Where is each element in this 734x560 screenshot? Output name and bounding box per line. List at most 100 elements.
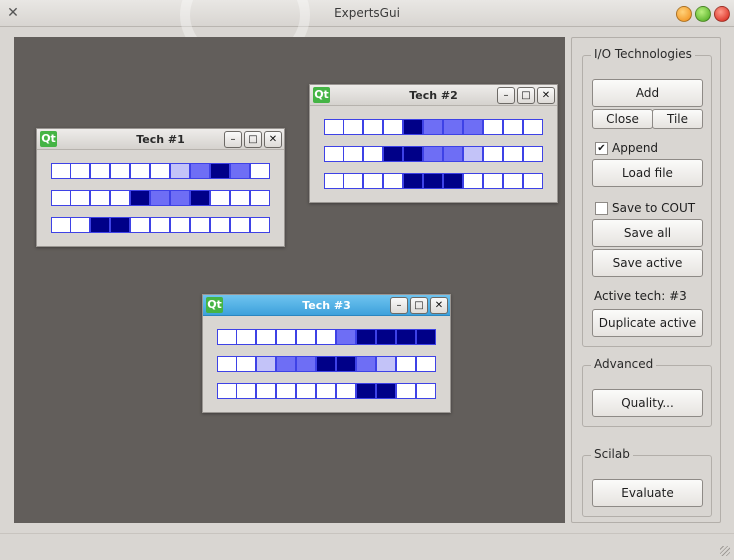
tech-cell[interactable] [316, 329, 336, 345]
window-titlebar[interactable]: ✕ ExpertsGui [0, 0, 734, 70]
close-icon[interactable]: ✕ [264, 131, 282, 148]
tech-cell[interactable] [130, 217, 150, 233]
tech-cell[interactable] [150, 217, 170, 233]
tech-cell[interactable] [250, 217, 270, 233]
tech-cell[interactable] [383, 146, 403, 162]
tech-cell[interactable] [503, 173, 523, 189]
tech-cell[interactable] [230, 163, 250, 179]
tech-cell[interactable] [90, 163, 110, 179]
tech-cell[interactable] [443, 146, 463, 162]
tech-cell[interactable] [230, 217, 250, 233]
tech-cell[interactable] [403, 146, 423, 162]
save-to-cout-checkbox[interactable] [595, 202, 608, 215]
tech-cell[interactable] [190, 163, 210, 179]
tech-cell[interactable] [396, 356, 416, 372]
tile-button[interactable]: Tile [652, 109, 703, 129]
tech-cell[interactable] [343, 146, 363, 162]
tech-cell[interactable] [416, 356, 436, 372]
add-button[interactable]: Add [592, 79, 703, 107]
tech-cell[interactable] [483, 146, 503, 162]
tech-cell[interactable] [110, 217, 130, 233]
tech-cell[interactable] [363, 173, 383, 189]
tech-cell[interactable] [324, 146, 344, 162]
minimize-icon[interactable]: – [224, 131, 242, 148]
load-file-button[interactable]: Load file [592, 159, 703, 187]
tech-cell[interactable] [150, 163, 170, 179]
tech-cell[interactable] [324, 119, 344, 135]
tech-cell[interactable] [236, 356, 256, 372]
tech-cell[interactable] [396, 383, 416, 399]
tech-cell[interactable] [236, 383, 256, 399]
save-all-button[interactable]: Save all [592, 219, 703, 247]
tech-cell[interactable] [170, 190, 190, 206]
tech-cell[interactable] [110, 190, 130, 206]
tech-cell[interactable] [150, 190, 170, 206]
tech-cell[interactable] [210, 163, 230, 179]
tech-cell[interactable] [356, 329, 376, 345]
tech-cell[interactable] [90, 190, 110, 206]
tech-cell[interactable] [523, 119, 543, 135]
tech-cell[interactable] [463, 173, 483, 189]
tech-cell[interactable] [217, 383, 237, 399]
tech-cell[interactable] [276, 356, 296, 372]
tech-cell[interactable] [256, 329, 276, 345]
resize-grip-icon[interactable] [720, 546, 730, 556]
duplicate-active-button[interactable]: Duplicate active [592, 309, 703, 337]
tech-cell[interactable] [403, 119, 423, 135]
tech-cell[interactable] [217, 356, 237, 372]
tech-cell[interactable] [210, 190, 230, 206]
tech-cell[interactable] [70, 163, 90, 179]
tech-cell[interactable] [217, 329, 237, 345]
close-window-button[interactable] [714, 6, 730, 22]
close-icon[interactable]: ✕ [430, 297, 448, 314]
tech-cell[interactable] [276, 329, 296, 345]
tech-cell[interactable] [130, 190, 150, 206]
tech-cell[interactable] [110, 163, 130, 179]
tech-cell[interactable] [376, 356, 396, 372]
tech-cell[interactable] [70, 217, 90, 233]
tech-cell[interactable] [503, 119, 523, 135]
tech-cell[interactable] [376, 383, 396, 399]
tech-cell[interactable] [416, 383, 436, 399]
tech-cell[interactable] [316, 383, 336, 399]
maximize-icon[interactable]: □ [410, 297, 428, 314]
append-checkbox[interactable]: ✔ [595, 142, 608, 155]
tech-cell[interactable] [383, 119, 403, 135]
tech-cell[interactable] [463, 119, 483, 135]
tech-cell[interactable] [343, 119, 363, 135]
tech-cell[interactable] [383, 173, 403, 189]
tech-window-2[interactable]: Qt Tech #2 – □ ✕ [309, 84, 558, 203]
tech-cell[interactable] [324, 173, 344, 189]
tech-cell[interactable] [51, 190, 71, 206]
tech-cell[interactable] [523, 173, 543, 189]
tech-cell[interactable] [336, 356, 356, 372]
tech-cell[interactable] [236, 329, 256, 345]
minimize-icon[interactable]: – [390, 297, 408, 314]
tech-cell[interactable] [190, 217, 210, 233]
evaluate-button[interactable]: Evaluate [592, 479, 703, 507]
tech-cell[interactable] [51, 217, 71, 233]
tech-cell[interactable] [423, 146, 443, 162]
maximize-icon[interactable]: □ [517, 87, 535, 104]
tech-cell[interactable] [423, 119, 443, 135]
tech-window-titlebar[interactable]: Qt Tech #3 – □ ✕ [203, 295, 450, 316]
minimize-icon[interactable]: – [497, 87, 515, 104]
tech-cell[interactable] [130, 163, 150, 179]
tech-cell[interactable] [483, 173, 503, 189]
tech-window-titlebar[interactable]: Qt Tech #1 – □ ✕ [37, 129, 284, 150]
tech-cell[interactable] [90, 217, 110, 233]
tech-cell[interactable] [276, 383, 296, 399]
tech-cell[interactable] [230, 190, 250, 206]
close-button[interactable]: Close [592, 109, 653, 129]
tech-cell[interactable] [356, 356, 376, 372]
tech-cell[interactable] [51, 163, 71, 179]
tech-cell[interactable] [423, 173, 443, 189]
tech-cell[interactable] [523, 146, 543, 162]
tech-cell[interactable] [250, 190, 270, 206]
quality-button[interactable]: Quality... [592, 389, 703, 417]
tech-cell[interactable] [356, 383, 376, 399]
tech-cell[interactable] [190, 190, 210, 206]
tech-cell[interactable] [256, 383, 276, 399]
tech-cell[interactable] [363, 146, 383, 162]
tech-cell[interactable] [336, 329, 356, 345]
